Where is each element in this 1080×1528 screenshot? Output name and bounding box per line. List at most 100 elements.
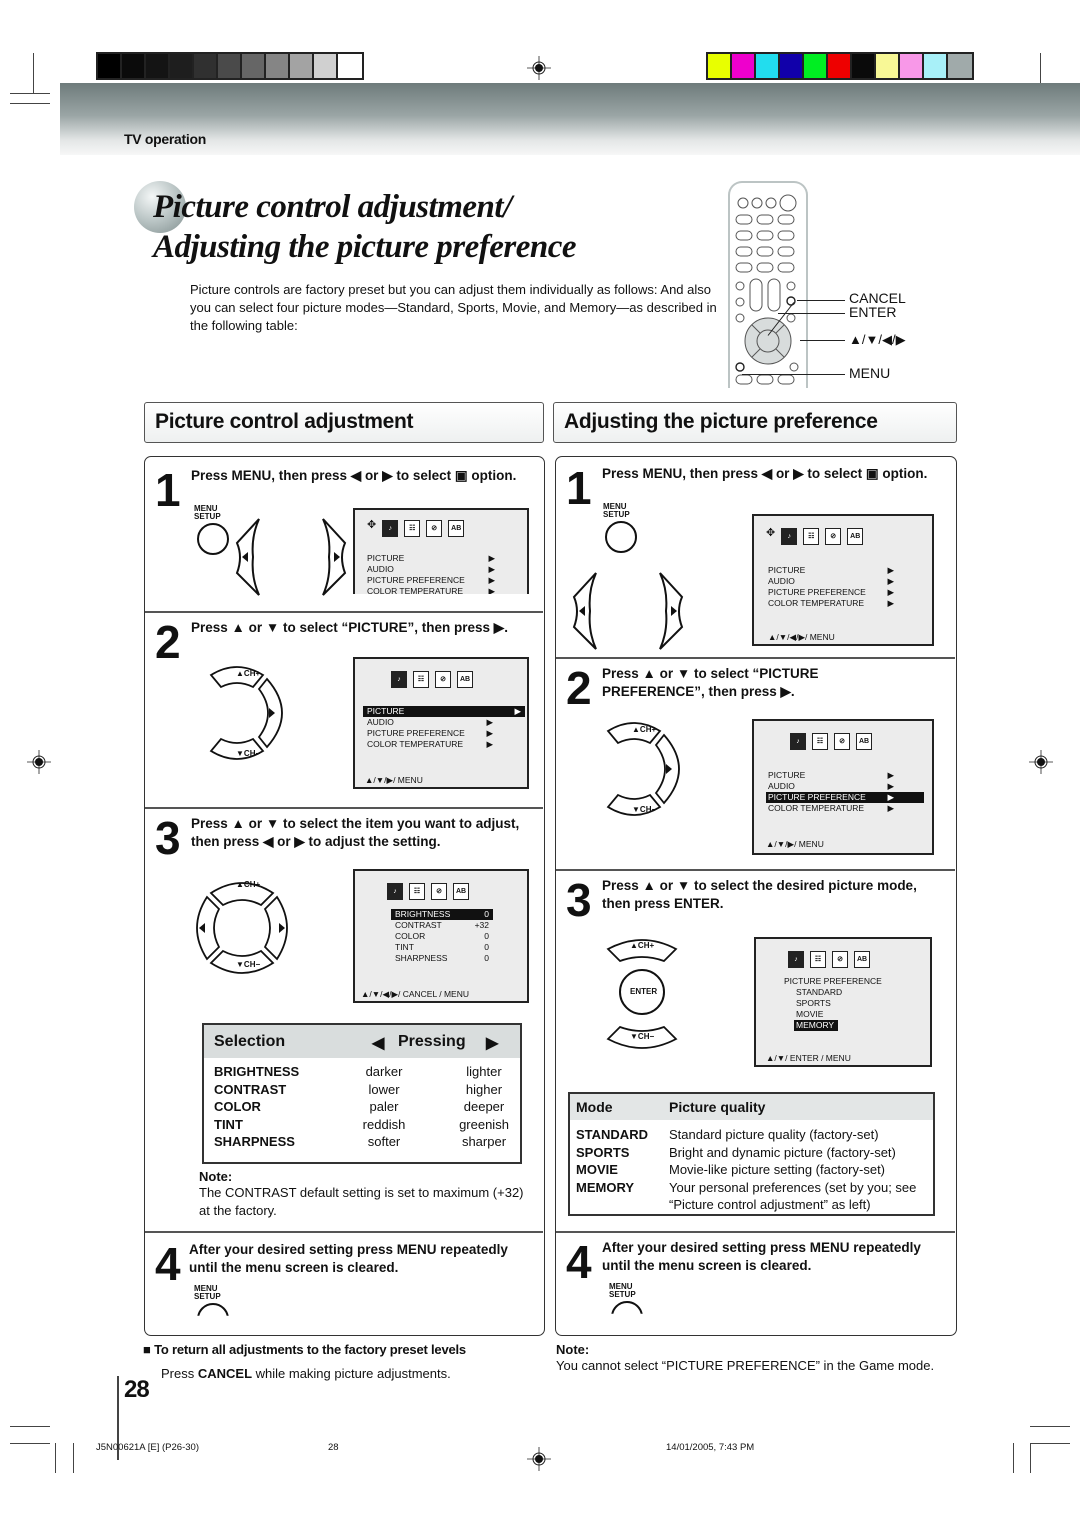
step-instruction: Press ▲ or ▼ to select the desired pictu… [602, 878, 917, 911]
contrast-note: Note: The CONTRAST default setting is se… [199, 1169, 529, 1220]
osd-menu-item-selected: PICTURE ▶ [363, 706, 525, 717]
setup-menu-icon: ☷ [409, 883, 425, 900]
selection-item: TINT [214, 1116, 243, 1132]
step-number: 1 [566, 462, 592, 514]
osd-screen-preference-selected: ♪ ☷ ⊘ AB PICTURE ▶ AUDIO ▶ PICTURE PREFERE… [752, 719, 934, 855]
page-title-line1: Picture control adjustment/ [153, 189, 512, 225]
osd-footer-hint: ▲/▼/◀/▶/ MENU [768, 632, 835, 642]
menu-setup-button-icon [197, 1303, 229, 1316]
osd-icon-bar: ♪ ☷ ⊘ AB [790, 733, 872, 750]
osd-screen-picture-preference: ♪ ☷ ⊘ AB PICTURE PREFERENCE STANDARD SPO… [754, 937, 932, 1067]
osd-menu-item-selected: PICTURE PREFERENCE ▶ [766, 792, 924, 803]
intro-paragraph: Picture controls are factory preset but … [190, 282, 717, 333]
gray-swatch [314, 54, 338, 78]
mode-description: Movie-like picture setting (factory-set) [669, 1162, 886, 1177]
crop-mark [1030, 1443, 1070, 1444]
color-swatch [828, 54, 852, 78]
osd-menu-item: AUDIO ▶ [768, 576, 894, 586]
osd-nav-icon: ✥ [766, 527, 776, 539]
color-swatch [876, 54, 900, 78]
doc-page: 28 [328, 1442, 339, 1453]
right-press-effect: sharper [461, 1134, 507, 1149]
column-header-pressing: Pressing [398, 1033, 466, 1050]
remote-buttons-icon [735, 194, 799, 385]
selection-table-row: SHARPNESS softer sharper [204, 1133, 520, 1151]
osd-setting-row: COLOR 0 [395, 931, 489, 941]
color-swatch [756, 54, 780, 78]
right-arrow-button-icon [322, 518, 347, 596]
step-divider [145, 1231, 543, 1233]
osd-icon-bar: ♪ ☷ ⊘ AB [788, 951, 870, 968]
crop-mark [1030, 1443, 1031, 1473]
leader-line [742, 374, 845, 375]
gray-swatch [170, 54, 194, 78]
language-menu-icon: AB [854, 951, 870, 968]
ch-minus-label: ▼CH− [630, 1032, 655, 1041]
osd-mode-option-selected: MEMORY [794, 1020, 839, 1031]
step-instruction: Press MENU, then press ◀ or ▶ to select … [602, 466, 928, 481]
setup-menu-icon: ☷ [812, 733, 828, 750]
osd-menu-item: PICTURE ▶ [367, 553, 495, 563]
picture-menu-icon: ♪ [387, 883, 403, 900]
step-divider [556, 657, 955, 659]
mode-name: MEMORY [576, 1179, 635, 1195]
color-swatch [948, 54, 972, 78]
reset-text: while making picture adjustments. [252, 1366, 451, 1381]
selection-item: BRIGHTNESS [214, 1064, 300, 1079]
arrow-keys-label: ▲/▼/◀/▶ [849, 332, 906, 347]
mode-table-body: STANDARD Standard picture quality (factor… [570, 1120, 933, 1214]
language-menu-icon: AB [457, 671, 473, 688]
osd-setting-row-selected: BRIGHTNESS 0 [391, 909, 493, 920]
picture-menu-icon: ♪ [790, 733, 806, 750]
left-steps-panel: 1 Press MENU, then press ◀ or ▶ to selec… [144, 456, 545, 1336]
page-number: 28 [124, 1376, 150, 1403]
ch-plus-label: ▲CH+ [632, 725, 657, 734]
selection-item: SHARPNESS [214, 1134, 295, 1149]
lock-menu-icon: ⊘ [834, 733, 850, 750]
picture-menu-icon: ♪ [382, 520, 399, 537]
osd-setting-row: SHARPNESS 0 [395, 953, 489, 963]
menu-label: MENU [849, 365, 891, 381]
gray-swatch [266, 54, 290, 78]
ch-minus-label: ▼CH− [632, 805, 657, 814]
mode-table-header: Mode Picture quality [570, 1094, 933, 1120]
osd-submenu-title: PICTURE PREFERENCE [784, 976, 882, 986]
gray-swatch [122, 54, 146, 78]
column-header-mode: Mode [576, 1099, 613, 1115]
ch-minus-label: ▼CH− [236, 749, 261, 758]
lock-menu-icon: ⊘ [832, 951, 848, 968]
reset-heading-text: To return all adjustments to the factory… [154, 1342, 466, 1357]
step-number: 4 [566, 1236, 592, 1288]
section-label: TV operation [124, 131, 206, 147]
right-press-effect: higher [465, 1081, 503, 1097]
setup-menu-icon: ☷ [810, 951, 826, 968]
step-instruction: After your desired setting press MENU re… [602, 1240, 921, 1273]
osd-menu-item: AUDIO ▶ [367, 717, 493, 727]
left-arrow-button-icon [572, 572, 597, 650]
page-title: Picture control adjustment/ Adjusting th… [153, 187, 577, 267]
gray-swatch [98, 54, 122, 78]
remote-control-illustration [728, 181, 808, 388]
square-bullet-icon: ■ [143, 1342, 151, 1357]
page-title-line2: Adjusting the picture preference [153, 229, 577, 265]
note-title: Note: [556, 1342, 590, 1357]
selection-table-row: COLOR paler deeper [204, 1098, 520, 1116]
step-number: 3 [566, 874, 592, 926]
osd-setting-row: CONTRAST +32 [395, 920, 489, 930]
header-band [60, 83, 1080, 155]
mode-description: Standard picture quality (factory-set) [669, 1127, 879, 1142]
gray-swatch [242, 54, 266, 78]
mode-table-row: STANDARD Standard picture quality (factor… [570, 1126, 933, 1144]
right-arrow-button-icon [659, 572, 684, 650]
ch-plus-label: ▲CH+ [236, 880, 261, 889]
language-menu-icon: AB [847, 528, 864, 545]
leader-line [778, 313, 845, 314]
step-divider [145, 611, 543, 613]
lock-menu-icon: ⊘ [825, 528, 842, 545]
column-header-selection: Selection [214, 1033, 286, 1050]
note-text: You cannot select “PICTURE PREFERENCE” i… [556, 1358, 935, 1373]
crop-mark [10, 1443, 50, 1444]
osd-footer-hint: ▲/▼/ ENTER / MENU [766, 1053, 851, 1063]
game-mode-note: Note: You cannot select “PICTURE PREFERE… [556, 1342, 946, 1374]
leader-line [797, 300, 845, 301]
